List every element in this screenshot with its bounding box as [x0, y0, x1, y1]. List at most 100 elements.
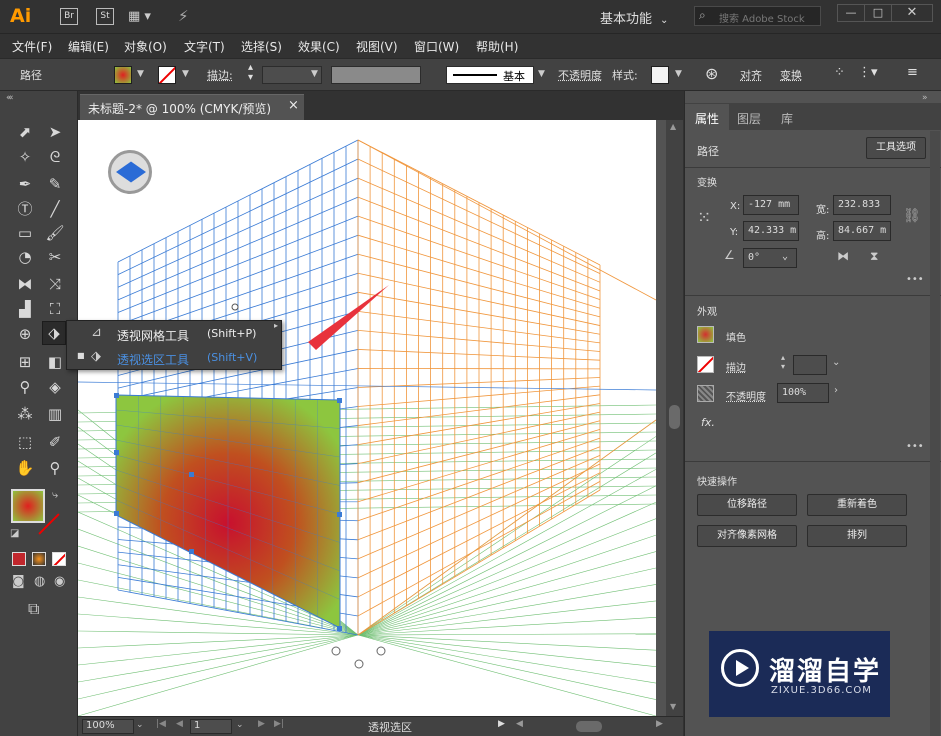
screen-mode-icon[interactable]: ⧉ — [28, 599, 39, 619]
curvature-tool-icon[interactable]: ✎ — [44, 173, 66, 195]
artboard[interactable] — [78, 120, 656, 716]
distribute-icon[interactable]: ⋮▾ — [858, 65, 878, 80]
artboard-tool-icon[interactable]: ⬚ — [14, 431, 36, 453]
arrange-button[interactable]: 排列 — [807, 525, 907, 547]
paintbrush-tool-icon[interactable]: 🖌 — [44, 222, 66, 244]
shape-builder-tool-icon[interactable]: ⊕ — [14, 323, 36, 345]
fill-swatch[interactable] — [114, 66, 132, 84]
line-tool-icon[interactable]: ╱ — [44, 198, 66, 220]
gradient-tool-icon[interactable]: ◧ — [44, 351, 66, 373]
artboard-number-field[interactable]: 1 — [190, 719, 232, 734]
chevron-down-icon[interactable]: ⌄ — [136, 720, 144, 730]
collapse-panels-icon[interactable]: « — [6, 93, 12, 103]
collapse-right-icon[interactable]: » — [922, 93, 928, 103]
variable-width-profile[interactable] — [331, 66, 421, 84]
arrange-documents-icon[interactable]: ▦ ▾ — [128, 9, 158, 25]
horizon-line[interactable] — [78, 381, 656, 391]
default-colors-icon[interactable]: ◪ — [10, 528, 19, 539]
type-tool-icon[interactable]: Ⓣ — [14, 198, 36, 220]
vertical-scrollbar[interactable]: ▲ ▼ — [666, 120, 683, 716]
scroll-up-icon[interactable]: ▲ — [670, 122, 676, 131]
next-artboard-icon[interactable]: ▶ — [258, 719, 265, 729]
opacity-label[interactable]: 不透明度 — [726, 388, 766, 403]
bridge-button[interactable]: Br — [60, 8, 78, 25]
direct-selection-tool-icon[interactable]: ➤ — [44, 121, 66, 143]
first-artboard-icon[interactable]: |◀ — [156, 719, 166, 729]
transform-label[interactable]: 变换 — [780, 67, 802, 83]
tab-libraries[interactable]: 库 — [773, 104, 809, 131]
horizon-handle[interactable] — [231, 303, 239, 311]
chevron-down-icon[interactable]: ▼ — [182, 69, 189, 79]
isolate-icon[interactable]: ⁘ — [834, 65, 845, 80]
width-field[interactable]: 232.833 — [833, 195, 891, 215]
document-tab[interactable]: 未标题-2* @ 100% (CMYK/预览) × — [80, 94, 304, 120]
close-button[interactable]: ✕ — [891, 4, 933, 22]
gradient-mode-icon[interactable] — [32, 552, 46, 566]
brush-definition[interactable]: 基本 — [446, 66, 534, 84]
ground-handle-center[interactable] — [354, 659, 364, 669]
close-tab-icon[interactable]: × — [288, 98, 299, 113]
last-artboard-icon[interactable]: ▶| — [274, 719, 284, 729]
status-menu-icon[interactable]: ▶ — [498, 719, 505, 729]
search-stock-box[interactable]: ⌕ 搜索 Adobe Stock — [694, 6, 821, 26]
blend-tool-icon[interactable]: ◈ — [44, 376, 66, 398]
column-graph-tool-icon[interactable]: ▥ — [44, 403, 66, 425]
horizontal-scroll-thumb[interactable] — [576, 721, 602, 732]
recolor-icon[interactable]: ⊛ — [705, 64, 718, 83]
panel-scrollbar[interactable] — [930, 131, 940, 736]
recolor-button[interactable]: 重新着色 — [807, 494, 907, 516]
width-tool-icon[interactable]: ⤨ — [44, 273, 66, 295]
reference-point-icon[interactable]: ⁙ — [697, 208, 711, 228]
draw-inside-icon[interactable]: ◉ — [54, 574, 65, 589]
magic-wand-tool-icon[interactable]: ✧ — [14, 146, 36, 168]
pen-tool-icon[interactable]: ✒ — [14, 173, 36, 195]
menu-file[interactable]: 文件(F) — [12, 38, 52, 55]
menu-object[interactable]: 对象(O) — [124, 38, 167, 55]
scroll-down-icon[interactable]: ▼ — [670, 702, 676, 711]
chevron-right-icon[interactable]: › — [834, 385, 838, 396]
chevron-down-icon[interactable]: ⌄ — [236, 720, 244, 730]
more-options-icon[interactable]: ••• — [906, 441, 924, 452]
panel-menu-icon[interactable]: ≡ — [907, 65, 918, 80]
rotate-angle-field[interactable]: 0° ⌄ — [743, 248, 797, 268]
menu-type[interactable]: 文字(T) — [184, 38, 225, 55]
tab-layers[interactable]: 图层 — [729, 104, 773, 131]
menu-effect[interactable]: 效果(C) — [298, 38, 340, 55]
stroke-stepper-icon[interactable]: ▴ ▾ — [248, 63, 253, 83]
align-label[interactable]: 对齐 — [740, 67, 762, 83]
swap-colors-icon[interactable]: ⤷ — [52, 488, 58, 502]
tool-options-button[interactable]: 工具选项 — [866, 137, 926, 159]
x-field[interactable]: -127 mm — [743, 195, 799, 215]
plane-switching-widget[interactable] — [108, 150, 152, 194]
mesh-tool-icon[interactable]: ⊞ — [14, 351, 36, 373]
opacity-field[interactable]: 100% — [777, 383, 829, 403]
gpu-performance-icon[interactable]: ⚡ — [178, 7, 204, 27]
stroke-label[interactable]: 描边: — [207, 67, 233, 83]
constrain-proportions-icon[interactable]: ⛓ — [903, 208, 921, 224]
zoom-field[interactable]: 100% — [82, 719, 134, 734]
perspective-grid-tool-item[interactable]: ⊿ 透视网格工具 (Shift+P) — [67, 323, 281, 345]
chevron-down-icon[interactable]: ▼ — [137, 69, 144, 79]
scroll-right-icon[interactable]: ▶ — [656, 719, 663, 729]
chevron-down-icon[interactable]: ⌄ — [782, 251, 788, 262]
menu-window[interactable]: 窗口(W) — [414, 38, 459, 55]
stroke-stepper-icon[interactable]: ▴ ▾ — [781, 353, 785, 371]
flip-vertical-icon[interactable]: ⧗ — [870, 249, 878, 264]
offset-path-button[interactable]: 位移路径 — [697, 494, 797, 516]
graphic-style-swatch[interactable] — [651, 66, 669, 84]
opacity-label[interactable]: 不透明度 — [558, 67, 602, 83]
align-pixel-grid-button[interactable]: 对齐像素网格 — [697, 525, 797, 547]
maximize-button[interactable]: □ — [864, 4, 892, 22]
menu-edit[interactable]: 编辑(E) — [68, 38, 109, 55]
menu-view[interactable]: 视图(V) — [356, 38, 398, 55]
appearance-stroke-weight[interactable] — [793, 355, 827, 375]
flip-horizontal-icon[interactable]: ⧓ — [837, 249, 849, 263]
stock-button[interactable]: St — [96, 8, 114, 25]
slice-tool-icon[interactable]: ✐ — [44, 431, 66, 453]
chevron-down-icon[interactable]: ▼ — [675, 69, 682, 79]
appearance-stroke-swatch[interactable] — [697, 356, 714, 373]
fill-color-box[interactable] — [11, 489, 45, 523]
tearoff-icon[interactable]: ▸ — [274, 321, 278, 330]
perspective-grid[interactable] — [78, 120, 656, 716]
minimize-button[interactable]: — — [837, 4, 865, 22]
